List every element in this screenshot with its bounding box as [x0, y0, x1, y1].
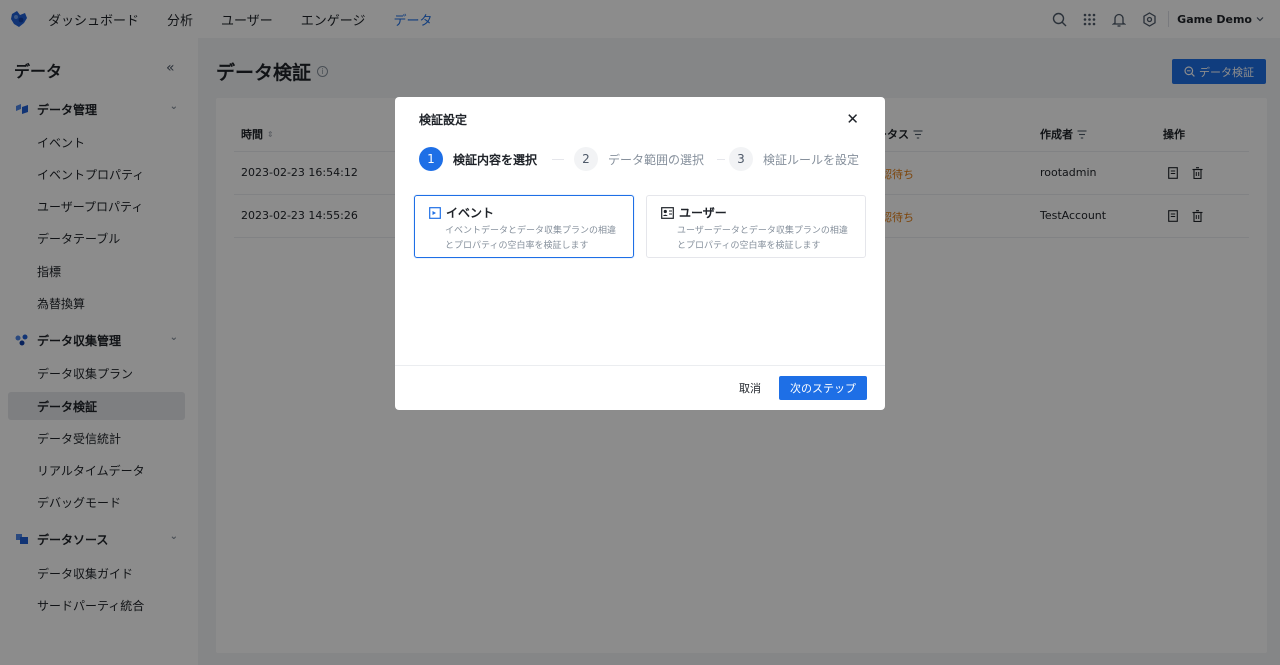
step-3: 3 検証ルールを設定 — [729, 147, 859, 171]
step-label: 検証内容を選択 — [453, 152, 538, 167]
validation-settings-dialog: 検証設定 ✕ 1 検証内容を選択 2 データ範囲の選択 3 検証ルールを設定 イ… — [395, 97, 885, 410]
step-number: 3 — [729, 147, 753, 171]
option-title: イベント — [446, 206, 495, 220]
step-connector — [717, 159, 725, 160]
option-description-line: とプロパティの空白率を検証します — [677, 241, 821, 251]
option-description-line: ユーザーデータとデータ収集プランの相違 — [677, 226, 848, 236]
dialog-title: 検証設定 — [419, 113, 468, 127]
step-connector — [552, 159, 564, 160]
close-icon[interactable]: ✕ — [846, 110, 859, 128]
option-description-line: イベントデータとデータ収集プランの相違 — [445, 226, 617, 236]
option-card-user[interactable]: ユーザー ユーザーデータとデータ収集プランの相違 とプロパティの空白率を検証しま… — [646, 195, 866, 258]
option-card-event[interactable]: イベント イベントデータとデータ収集プランの相違 とプロパティの空白率を検証しま… — [414, 195, 634, 258]
option-description-line: とプロパティの空白率を検証します — [445, 241, 589, 251]
step-2: 2 データ範囲の選択 — [574, 147, 704, 171]
option-title: ユーザー — [679, 206, 727, 220]
dialog-footer-divider — [395, 365, 885, 366]
event-icon — [429, 206, 441, 219]
step-label: データ範囲の選択 — [608, 152, 705, 167]
user-card-icon — [661, 206, 674, 219]
step-indicator: 1 検証内容を選択 2 データ範囲の選択 3 検証ルールを設定 — [419, 147, 869, 173]
step-label: 検証ルールを設定 — [763, 152, 860, 167]
step-number: 1 — [419, 147, 443, 171]
step-number: 2 — [574, 147, 598, 171]
cancel-button[interactable]: 取消 — [729, 376, 771, 400]
step-1: 1 検証内容を選択 — [419, 147, 537, 171]
next-step-button[interactable]: 次のステップ — [779, 376, 867, 400]
